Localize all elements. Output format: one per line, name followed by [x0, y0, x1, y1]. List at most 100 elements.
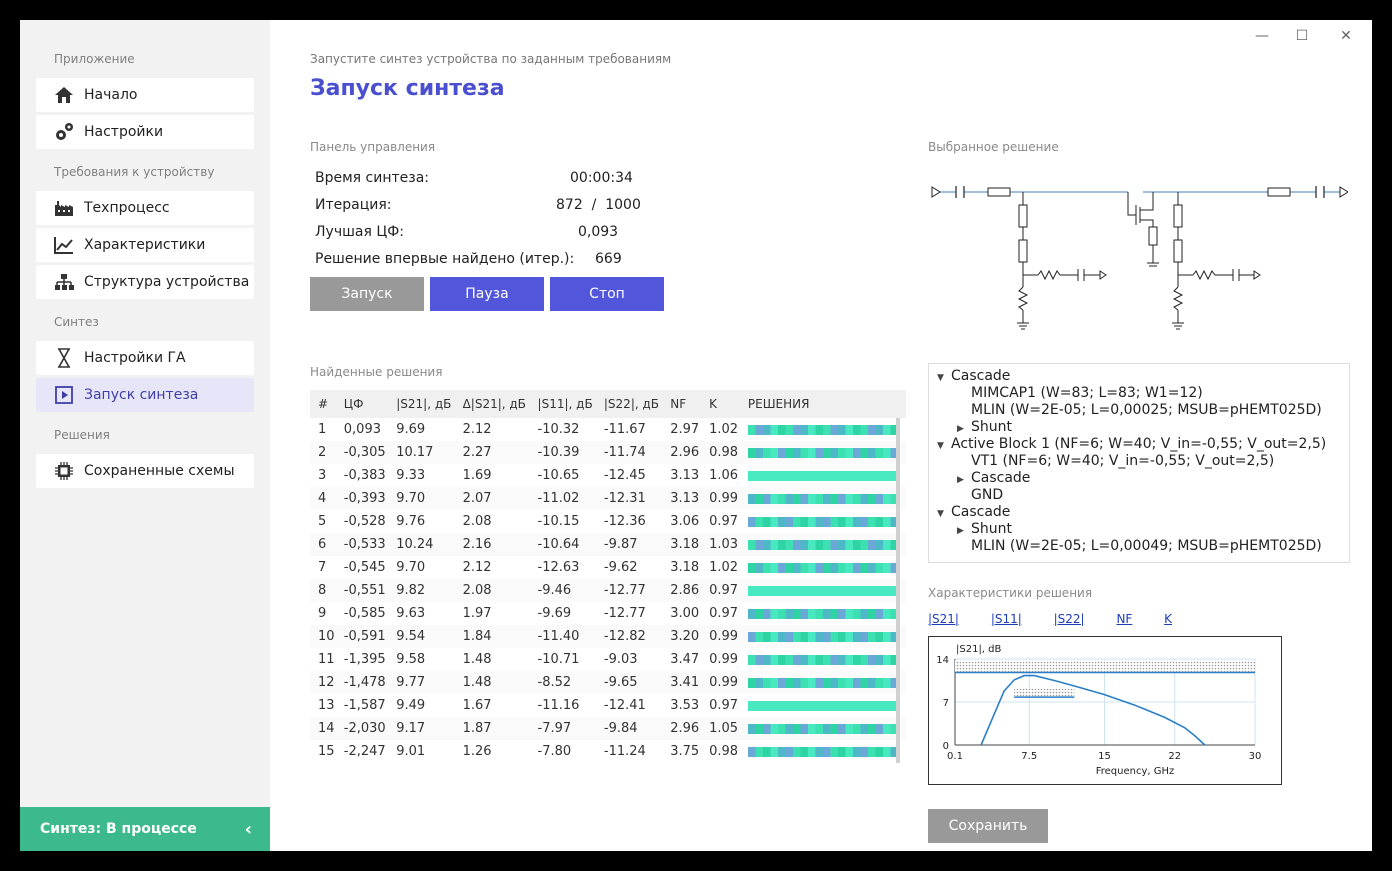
- tree-node[interactable]: GND: [929, 487, 1349, 504]
- table-row[interactable]: 3 -0,383 9.33 1.69 -10.65 -12.45 3.13 1.06: [310, 464, 906, 487]
- table-row[interactable]: 11 -1,395 9.58 1.48 -10.71 -9.03 3.47 0.99: [310, 648, 906, 671]
- table-cell: -1,587: [343, 698, 386, 713]
- first-found-label: Решение впервые найдено (итер.):: [315, 251, 575, 267]
- table-cell: -1,395: [343, 652, 386, 667]
- table-cell: 3.53: [670, 698, 700, 713]
- tab-s11[interactable]: |S11|: [991, 612, 1022, 626]
- table-cell: 13: [318, 698, 335, 713]
- tab-s21[interactable]: |S21|: [928, 612, 959, 626]
- table-cell: -11.67: [603, 422, 646, 437]
- sidebar-item-home[interactable]: Начало: [36, 78, 254, 112]
- tree-node-label: Cascade: [951, 368, 1011, 384]
- table-row[interactable]: 5 -0,528 9.76 2.08 -10.15 -12.36 3.06 0.97: [310, 510, 906, 533]
- tree-node[interactable]: VT1 (NF=6; W=40; V_in=-0,55; V_out=2,5): [929, 453, 1349, 470]
- table-cell: 0.97: [709, 698, 739, 713]
- table-cell: 11: [318, 652, 335, 667]
- column-header[interactable]: ЦФ: [335, 390, 389, 418]
- table-cell: 2.86: [662, 579, 702, 602]
- table-row[interactable]: 9 -0,585 9.63 1.97 -9.69 -12.77 3.00 0.97: [310, 602, 906, 625]
- table-cell: 1.05: [701, 717, 740, 740]
- table-row[interactable]: 8 -0,551 9.82 2.08 -9.46 -12.77 2.86 0.97: [310, 579, 906, 602]
- tree-node[interactable]: ▶ Cascade: [929, 470, 1349, 487]
- solution-genome-bar: [747, 746, 898, 757]
- close-icon[interactable]: ✕: [1336, 28, 1356, 44]
- tab-nf[interactable]: NF: [1116, 612, 1132, 626]
- table-row[interactable]: 13 -1,587 9.49 1.67 -11.16 -12.41 3.53 0.97: [310, 694, 906, 717]
- table-row[interactable]: 1 0,093 9.69 2.12 -10.32 -11.67 2.97 1.02: [310, 418, 906, 441]
- table-cell: 2.08: [454, 579, 530, 602]
- sidebar-item-structure[interactable]: Структура устройства: [36, 265, 254, 299]
- start-button[interactable]: Запуск: [310, 277, 424, 311]
- solution-bar-cell: [740, 510, 906, 533]
- column-header[interactable]: NF: [662, 390, 702, 418]
- tree-node[interactable]: ▼ Cascade: [929, 368, 1349, 385]
- table-cell: 9.33: [396, 468, 426, 483]
- table-cell: 0.99: [709, 652, 739, 667]
- sidebar-item-saved-schemes[interactable]: Сохраненные схемы: [36, 454, 254, 488]
- sidebar-item-label: Настройки ГА: [84, 350, 186, 366]
- column-header[interactable]: |S22|, дБ: [595, 390, 663, 418]
- tree-node[interactable]: MIMCAP1 (W=83; L=83; W1=12): [929, 385, 1349, 402]
- stop-button[interactable]: Стоп: [550, 277, 664, 311]
- maximize-icon[interactable]: ☐: [1292, 28, 1312, 44]
- column-header[interactable]: #: [310, 390, 336, 418]
- synthesis-status-bar[interactable]: Синтез: В процессе ‹: [20, 807, 270, 851]
- minimize-icon[interactable]: —: [1252, 28, 1272, 44]
- sidebar-item-settings[interactable]: Настройки: [36, 115, 254, 149]
- table-cell: -0,383: [343, 468, 386, 483]
- best-cf-label: Лучшая ЦФ:: [315, 224, 404, 240]
- table-row[interactable]: 2 -0,305 10.17 2.27 -10.39 -11.74 2.96 0.98: [310, 441, 906, 464]
- x-axis-label: Frequency, GHz: [1096, 766, 1175, 777]
- table-cell: 10.24: [388, 533, 455, 556]
- table-cell: -0,528: [343, 514, 386, 529]
- tree-node[interactable]: ▼ Cascade: [929, 504, 1349, 521]
- solution-bar-cell: [739, 625, 906, 648]
- table-cell: 0.99: [701, 671, 740, 694]
- table-cell: 1.02: [709, 422, 739, 437]
- column-header[interactable]: |S11|, дБ: [529, 390, 596, 418]
- tree-node[interactable]: ▶ Shunt: [929, 419, 1349, 436]
- column-header[interactable]: K: [701, 390, 740, 418]
- solutions-label: Найденные решения: [310, 365, 443, 379]
- table-cell: 1.03: [701, 533, 740, 556]
- table-row[interactable]: 7 -0,545 9.70 2.12 -12.63 -9.62 3.18 1.02: [310, 556, 906, 579]
- table-row[interactable]: 12 -1,478 9.77 1.48 -8.52 -9.65 3.41 0.99: [310, 671, 906, 694]
- table-row[interactable]: 6 -0,533 10.24 2.16 -10.64 -9.87 3.18 1.03: [310, 533, 906, 556]
- collapse-chevron-icon[interactable]: ‹: [245, 819, 252, 840]
- tree-node-label: Cascade: [951, 504, 1011, 520]
- sidebar-item-ga-settings[interactable]: Настройки ГА: [36, 341, 254, 375]
- tree-node[interactable]: MLIN (W=2E-05; L=0,00049; MSUB=pHEMT025D…: [929, 538, 1349, 555]
- table-scrollbar[interactable]: [896, 418, 900, 763]
- table-cell: 9.17: [388, 717, 455, 740]
- tree-node[interactable]: MLIN (W=2E-05; L=0,00025; MSUB=pHEMT025D…: [929, 402, 1349, 419]
- table-cell: 3: [318, 468, 327, 483]
- section-label: Решения: [54, 428, 110, 442]
- table-row[interactable]: 14 -2,030 9.17 1.87 -7.97 -9.84 2.96 1.05: [310, 717, 906, 740]
- solution-genome-bar: [747, 539, 898, 550]
- table-cell: -10.64: [529, 533, 596, 556]
- table-row[interactable]: 15 -2,247 9.01 1.26 -7.80 -11.24 3.75 0.98: [310, 740, 906, 763]
- tab-s22[interactable]: |S22|: [1054, 612, 1085, 626]
- table-cell: 3.13: [670, 468, 700, 483]
- solution-genome-bar: [747, 677, 898, 688]
- sidebar-item-run-synthesis[interactable]: Запуск синтеза: [36, 378, 254, 412]
- sidebar-item-process[interactable]: Техпроцесс: [36, 191, 254, 225]
- table-cell: 3.41: [662, 671, 702, 694]
- solutions-table: # ЦФ |S21|, дБ Δ|S21|, дБ |S11|, дБ |S22|, дБ…: [310, 390, 906, 763]
- table-row[interactable]: 4 -0,393 9.70 2.07 -11.02 -12.31 3.13 0.99: [310, 487, 906, 510]
- table-cell: -0,551: [335, 579, 389, 602]
- tree-node[interactable]: ▼ Active Block 1 (NF=6; W=40; V_in=-0,55;…: [929, 436, 1349, 453]
- table-row[interactable]: 10 -0,591 9.54 1.84 -11.40 -12.82 3.20 0.99: [310, 625, 906, 648]
- sidebar-item-characteristics[interactable]: Характеристики: [36, 228, 254, 262]
- tree-node[interactable]: ▶ Shunt: [929, 521, 1349, 538]
- y-tick-label: 14: [936, 655, 949, 666]
- save-button[interactable]: Сохранить: [928, 809, 1048, 843]
- pause-button[interactable]: Пауза: [430, 277, 544, 311]
- column-header[interactable]: РЕШЕНИЯ: [739, 390, 906, 418]
- sidebar-item-label: Структура устройства: [84, 274, 250, 290]
- tab-k[interactable]: K: [1164, 612, 1172, 626]
- table-cell: 9.01: [396, 744, 426, 759]
- column-header[interactable]: |S21|, дБ: [388, 390, 455, 418]
- column-header[interactable]: Δ|S21|, дБ: [454, 390, 530, 418]
- chip-icon: [54, 461, 74, 481]
